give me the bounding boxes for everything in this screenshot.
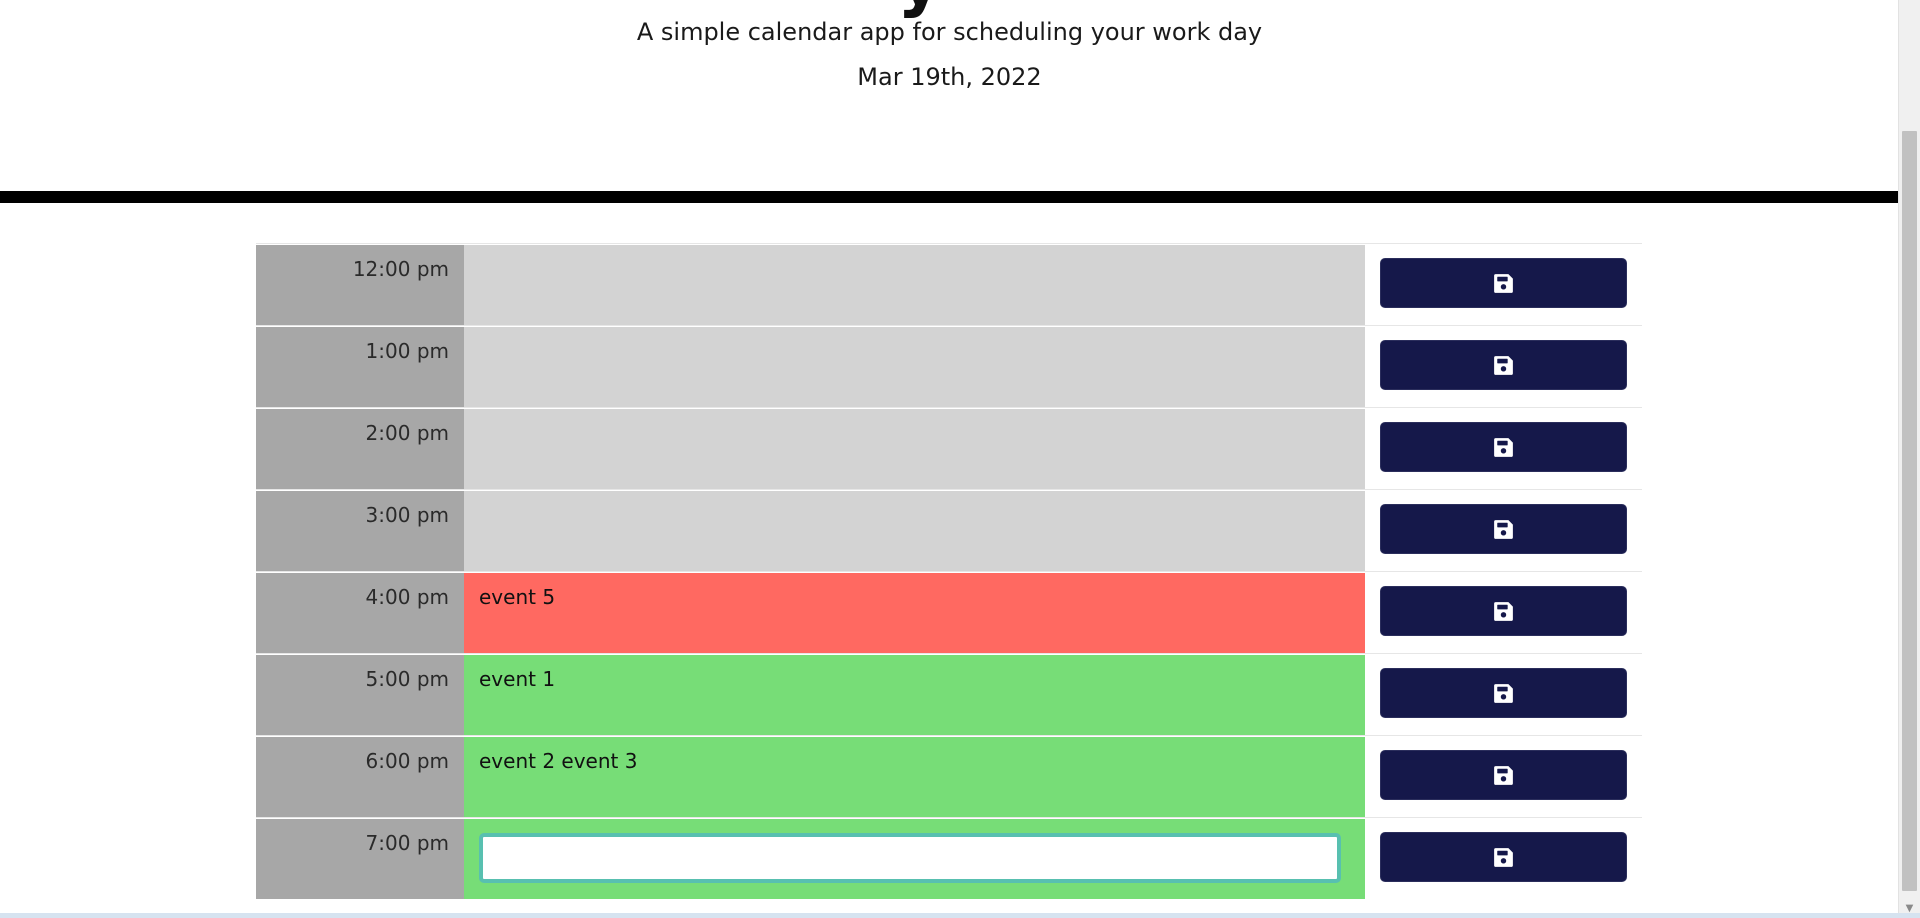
event-description[interactable]	[464, 244, 1365, 325]
time-block-row: 1:00 pm	[256, 325, 1642, 407]
hour-label: 12:00 pm	[256, 244, 464, 325]
page-title-fragment: y	[890, 0, 950, 14]
current-day: Mar 19th, 2022	[857, 63, 1042, 91]
hour-label: 4:00 pm	[256, 572, 464, 653]
header-divider	[0, 191, 1899, 203]
scrollbar-thumb[interactable]	[1902, 131, 1917, 891]
hour-label: 3:00 pm	[256, 490, 464, 571]
save-button[interactable]	[1380, 832, 1627, 882]
floppy-disk-icon	[1494, 847, 1513, 867]
time-block-row: 7:00 pm	[256, 817, 1642, 899]
save-cell	[1365, 736, 1642, 817]
save-button[interactable]	[1380, 668, 1627, 718]
time-block-row: 6:00 pm event 2 event 3	[256, 735, 1642, 817]
save-cell	[1365, 244, 1642, 325]
time-block-row: 4:00 pm event 5	[256, 571, 1642, 653]
time-block-row: 3:00 pm	[256, 489, 1642, 571]
save-button[interactable]	[1380, 750, 1627, 800]
event-text: event 5	[479, 585, 556, 609]
page: y A simple calendar app for scheduling y…	[0, 0, 1899, 913]
save-button[interactable]	[1380, 258, 1627, 308]
save-button[interactable]	[1380, 340, 1627, 390]
event-description[interactable]	[464, 490, 1365, 571]
time-block-row: 12:00 pm	[256, 243, 1642, 325]
event-input[interactable]	[479, 833, 1341, 883]
event-description[interactable]	[464, 408, 1365, 489]
event-description[interactable]: event 1	[464, 654, 1365, 735]
save-button[interactable]	[1380, 504, 1627, 554]
floppy-disk-icon	[1494, 355, 1513, 375]
save-cell	[1365, 818, 1642, 899]
hour-label: 1:00 pm	[256, 326, 464, 407]
event-description[interactable]	[464, 326, 1365, 407]
floppy-disk-icon	[1494, 765, 1513, 785]
hour-label: 6:00 pm	[256, 736, 464, 817]
hour-label: 2:00 pm	[256, 408, 464, 489]
floppy-disk-icon	[1494, 683, 1513, 703]
save-cell	[1365, 654, 1642, 735]
floppy-disk-icon	[1494, 437, 1513, 457]
save-cell	[1365, 572, 1642, 653]
event-text: event 2 event 3	[479, 749, 638, 773]
floppy-disk-icon	[1494, 601, 1513, 621]
save-cell	[1365, 408, 1642, 489]
page-subtitle: A simple calendar app for scheduling you…	[636, 18, 1263, 46]
bottom-edge	[0, 913, 1920, 918]
event-description[interactable]	[464, 818, 1365, 899]
event-text: event 1	[479, 667, 556, 691]
hour-label: 7:00 pm	[256, 818, 464, 899]
time-block-row: 2:00 pm	[256, 407, 1642, 489]
save-button[interactable]	[1380, 422, 1627, 472]
time-block-row: 5:00 pm event 1	[256, 653, 1642, 735]
hour-label: 5:00 pm	[256, 654, 464, 735]
floppy-disk-icon	[1494, 273, 1513, 293]
vertical-scrollbar[interactable]: ▼	[1898, 0, 1920, 918]
event-description[interactable]: event 2 event 3	[464, 736, 1365, 817]
save-cell	[1365, 326, 1642, 407]
save-button[interactable]	[1380, 586, 1627, 636]
save-cell	[1365, 490, 1642, 571]
time-block-list: 12:00 pm 1:00 pm 2:00 pm 3:00 pm 4:00 pm…	[256, 243, 1642, 899]
event-description[interactable]: event 5	[464, 572, 1365, 653]
floppy-disk-icon	[1494, 519, 1513, 539]
